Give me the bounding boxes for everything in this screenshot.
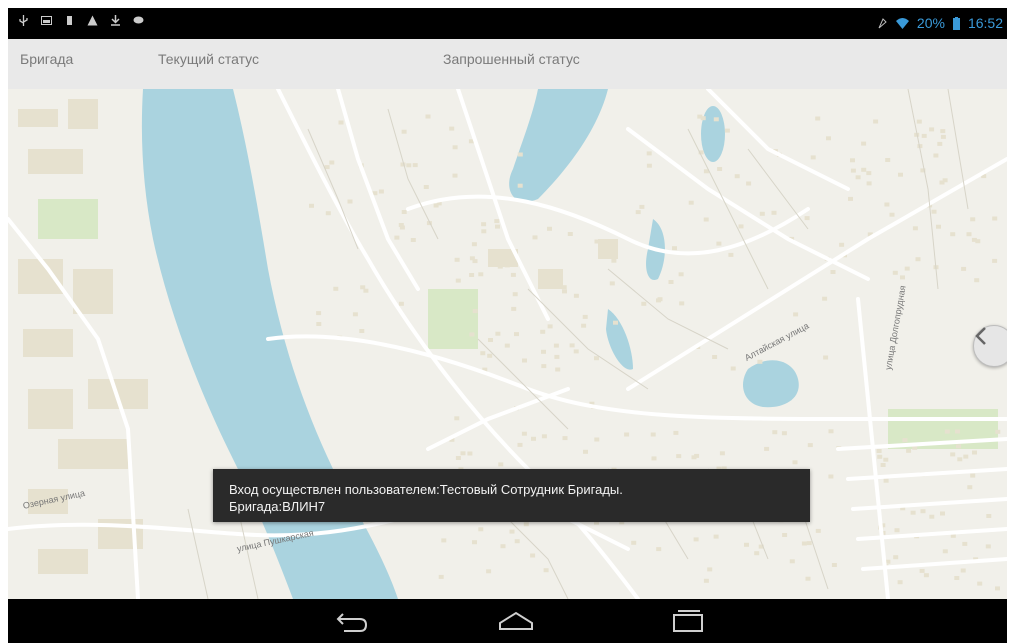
download-icon	[111, 15, 120, 26]
column-current-status: Текущий статус	[158, 51, 260, 67]
usb-icon	[19, 15, 28, 26]
map-canvas[interactable]	[8, 89, 1007, 599]
toast-line-brigade: Бригада:ВЛИН7	[229, 499, 326, 514]
clock: 16:52	[967, 15, 1003, 31]
home-icon	[499, 611, 533, 630]
home-button[interactable]	[496, 609, 536, 633]
back-button[interactable]	[330, 609, 370, 633]
chat-icon	[133, 16, 144, 24]
park-area	[428, 289, 478, 349]
column-brigade: Бригада	[20, 51, 74, 67]
chevron-left-icon	[975, 327, 986, 345]
sim-icon	[67, 16, 72, 25]
battery-percent: 20%	[916, 15, 945, 31]
alarm-icon	[878, 17, 887, 28]
status-bar: 20% 16:52	[8, 8, 1007, 39]
toast-line-user: Вход осуществлен пользователем:Тестовый …	[229, 482, 623, 497]
column-requested-status: Запрошенный статус	[443, 51, 580, 67]
map-view[interactable]: Озерная улица улица Пушкарская Алтайская…	[8, 89, 1007, 599]
side-panel-button[interactable]	[973, 325, 1007, 367]
navigation-bar	[8, 599, 1007, 643]
back-icon	[336, 613, 368, 632]
park-area	[38, 199, 98, 239]
pond	[701, 106, 725, 162]
pond	[743, 360, 799, 408]
recents-icon	[673, 610, 703, 632]
battery-icon	[952, 16, 960, 30]
warning-icon	[87, 15, 98, 26]
wifi-icon	[895, 17, 909, 29]
device-screen: 20% 16:52 Бригада Текущий статус Запроше…	[8, 8, 1007, 643]
gallery-icon	[41, 16, 52, 25]
brigade-status-header: Бригада Текущий статус Запрошенный стату…	[8, 39, 1007, 90]
login-toast: Вход осуществлен пользователем:Тестовый …	[213, 469, 810, 522]
recents-button[interactable]	[668, 609, 708, 633]
